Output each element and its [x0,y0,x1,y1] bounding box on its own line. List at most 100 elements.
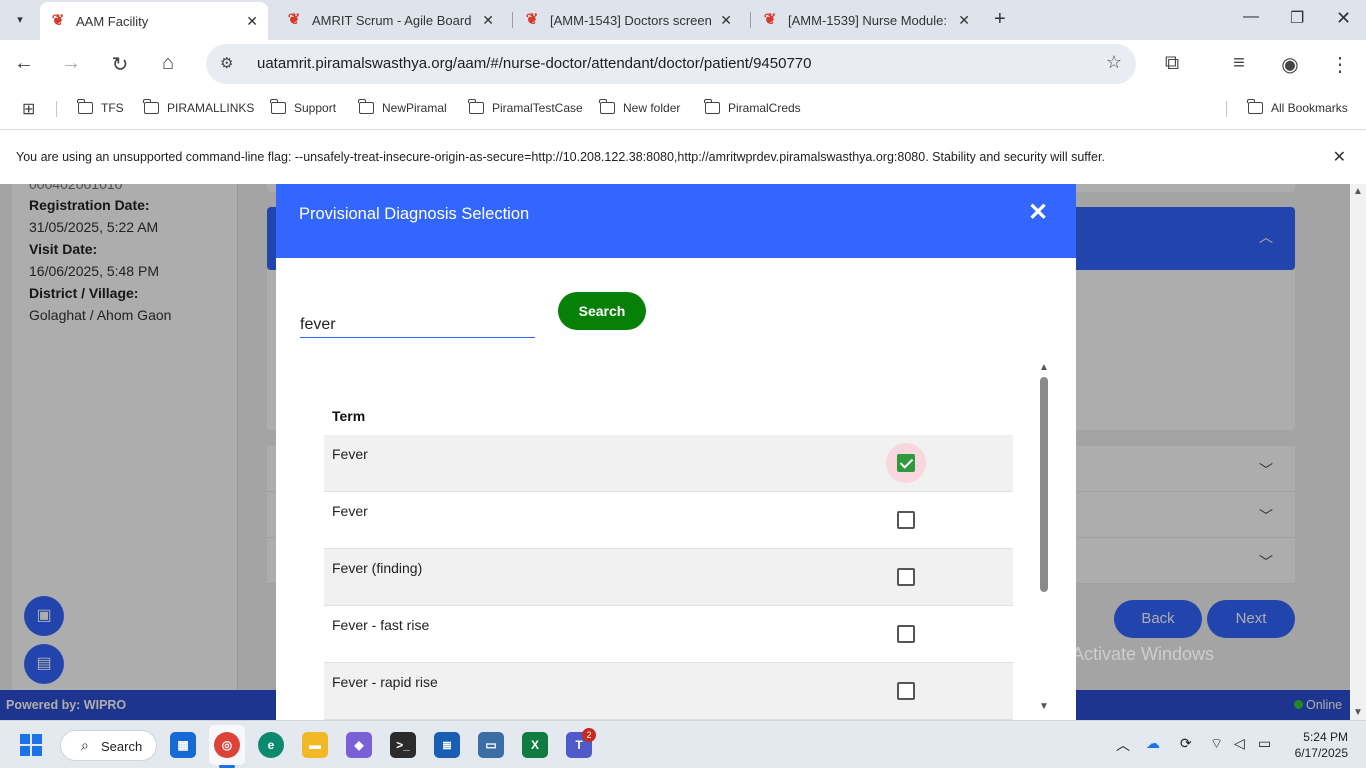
bookmark-divider [56,101,57,117]
bookmark-label: PIRAMALLINKS [167,101,255,115]
url-text[interactable]: uatamrit.piramalswasthya.org/aam/#/nurse… [257,55,812,72]
bookmark-tfs[interactable]: TFS [77,99,124,115]
browser-toolbar: ← → ↻ ⌂ ⚙ uatamrit.piramalswasthya.org/a… [0,40,1366,88]
term-cell: Fever [332,503,368,519]
m365-icon[interactable]: ◆ [346,732,372,758]
search-icon: ⌕ [81,737,89,753]
sync-icon[interactable]: ⟳ [1180,735,1192,752]
volume-icon[interactable]: ◁ [1234,735,1245,752]
tab-search-icon[interactable]: ▾ [8,7,32,31]
bookmark-piramallinks[interactable]: PIRAMALLINKS [143,99,255,115]
edge-icon[interactable]: e [258,732,284,758]
select-checkbox[interactable] [897,511,915,529]
address-bar[interactable]: ⚙ uatamrit.piramalswasthya.org/aam/#/nur… [206,44,1136,84]
taskbar-search-label: Search [101,739,143,754]
minimize-icon[interactable]: — [1243,8,1259,26]
scroll-down-icon[interactable]: ▼ [1353,707,1363,718]
select-checkbox[interactable] [897,568,915,586]
new-tab-icon[interactable]: + [994,8,1006,31]
system-clock[interactable]: 5:24 PM 6/17/2025 [1290,729,1348,761]
bookmark-support[interactable]: Support [270,99,337,115]
folder-icon [143,99,159,114]
battery-icon[interactable]: ▭ [1258,735,1271,752]
browser-tab-strip: ▾ ❦ AAM Facility ✕ ❦ AMRIT Scrum - Agile… [0,0,1366,40]
amrit-favicon-icon: ❦ [763,11,777,28]
tab-label: AAM Facility [76,13,149,29]
table-row[interactable]: Fever [324,492,1013,549]
infobar-message: You are using an unsupported command-lin… [16,150,1105,164]
tab-amm-1543[interactable]: ❦ [AMM-1543] Doctors screen ✕ [514,4,742,36]
bookmark-divider [1226,101,1227,117]
close-tab-icon[interactable]: ✕ [958,12,970,29]
activate-windows-watermark: Activate Windows [1072,644,1215,664]
scroll-up-icon[interactable]: ▲ [1039,362,1049,373]
close-tab-icon[interactable]: ✕ [720,12,732,29]
remote-desktop-icon[interactable]: ▭ [478,732,504,758]
close-dialog-icon[interactable]: ✕ [1028,198,1048,227]
chrome-icon[interactable]: ◎ [214,732,240,758]
widgets-icon[interactable]: ▦ [170,732,196,758]
term-cell: Fever - rapid rise [332,674,438,690]
show-hidden-icons[interactable]: ︿ [1116,735,1130,755]
bookmark-label: PiramalTestCase [492,101,583,115]
table-row[interactable]: Fever - fast rise [324,606,1013,663]
tab-aam-facility[interactable]: ❦ AAM Facility ✕ [40,2,268,40]
clock-time: 5:24 PM [1303,730,1348,744]
table-row[interactable]: Fever (finding) [324,549,1013,606]
wifi-icon[interactable]: ⌔ [1210,735,1223,753]
taskbar-search[interactable]: ⌕ Search [60,730,157,761]
extensions-icon[interactable]: ⧉ [1160,52,1184,75]
all-bookmarks[interactable]: All Bookmarks [1247,99,1348,115]
diagnosis-search-input[interactable] [300,308,535,338]
select-checkbox[interactable] [897,682,915,700]
terminal-icon[interactable]: >_ [390,732,416,758]
close-window-icon[interactable]: ✕ [1336,8,1351,29]
tab-amm-1539[interactable]: ❦ [AMM-1539] Nurse Module: ✕ [752,4,980,36]
close-infobar-icon[interactable]: ✕ [1333,147,1346,167]
reload-icon[interactable]: ↻ [108,52,132,77]
table-row[interactable]: Fever - rapid rise [324,663,1013,720]
bookmark-label: NewPiramal [382,101,447,115]
term-cell: Fever - fast rise [332,617,430,633]
search-button[interactable]: Search [558,292,646,330]
close-tab-icon[interactable]: ✕ [246,13,258,30]
home-icon[interactable]: ⌂ [156,52,180,75]
folder-icon [704,99,720,114]
bookmark-label: Support [294,101,337,115]
table-header: Term [324,402,1013,435]
close-tab-icon[interactable]: ✕ [482,12,494,29]
scrollbar-thumb[interactable] [1040,377,1048,592]
menu-kebab-icon[interactable]: ⋮ [1328,52,1352,77]
bookmark-newpiramal[interactable]: NewPiramal [358,99,447,115]
bookmark-new-folder[interactable]: New folder [599,99,680,115]
forward-arrow-icon[interactable]: → [59,52,83,75]
tab-scrum-board[interactable]: ❦ AMRIT Scrum - Agile Board ✕ [276,4,504,36]
bookmark-piramalcreds[interactable]: PiramalCreds [704,99,801,115]
profile-icon[interactable]: ◉ [1278,52,1302,77]
scroll-down-icon[interactable]: ▼ [1039,701,1049,712]
folder-icon [468,99,484,114]
select-checkbox[interactable] [897,625,915,643]
restore-icon[interactable]: ❐ [1290,8,1304,28]
bookmark-piramaltestcase[interactable]: PiramalTestCase [468,99,583,115]
dialog-scrollbar[interactable]: ▲ ▼ [1036,362,1052,712]
amrit-favicon-icon: ❦ [525,11,539,28]
folder-icon [599,99,615,114]
onedrive-icon[interactable]: ☁ [1146,735,1160,752]
scroll-up-icon[interactable]: ▲ [1353,186,1363,197]
back-arrow-icon[interactable]: ← [12,52,36,75]
file-explorer-icon[interactable]: ▬ [302,732,328,758]
table-row[interactable]: Fever [324,435,1013,492]
page-scrollbar[interactable]: ▲ ▼ [1350,184,1366,720]
media-control-icon[interactable]: ≡ [1227,52,1251,75]
bookmark-star-icon[interactable]: ☆ [1106,52,1122,73]
notepad-icon[interactable]: ≣ [434,732,460,758]
term-cell: Fever (finding) [332,560,423,576]
excel-icon[interactable]: X [522,732,548,758]
site-info-icon[interactable]: ⚙ [220,54,233,72]
apps-grid-icon[interactable]: ⊞ [22,99,35,119]
select-checkbox[interactable] [897,454,915,472]
folder-icon [1247,99,1263,114]
windows-taskbar: ⌕ Search ▦ ◎ e ▬ ◆ >_ ≣ ▭ X T 2 ︿ ☁ ⟳ ⌔ … [0,720,1366,768]
windows-start-icon[interactable] [20,734,42,756]
